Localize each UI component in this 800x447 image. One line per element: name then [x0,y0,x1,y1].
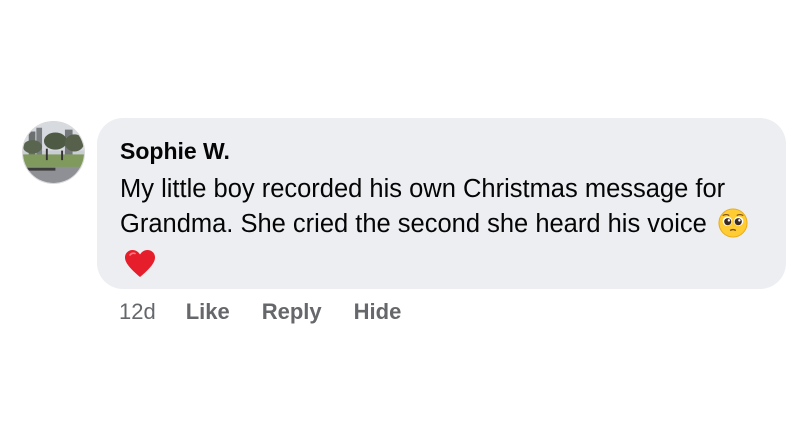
reply-button[interactable]: Reply [262,298,322,326]
timestamp[interactable]: 12d [119,298,156,326]
comment-text-block: My little boy recorded his own Christmas… [120,172,770,289]
avatar-photo [23,122,84,183]
comment-text: My little boy recorded his own Christmas… [120,175,726,238]
comment-actions: 12d Like Reply Hide [119,298,433,326]
pleading-face-icon [718,208,748,248]
comment-bubble: Sophie W. My little boy recorded his own… [97,118,786,289]
comment-author[interactable]: Sophie W. [120,137,764,165]
red-heart-icon [124,249,156,289]
like-button[interactable]: Like [186,298,230,326]
hide-button[interactable]: Hide [354,298,402,326]
avatar[interactable] [22,121,85,184]
